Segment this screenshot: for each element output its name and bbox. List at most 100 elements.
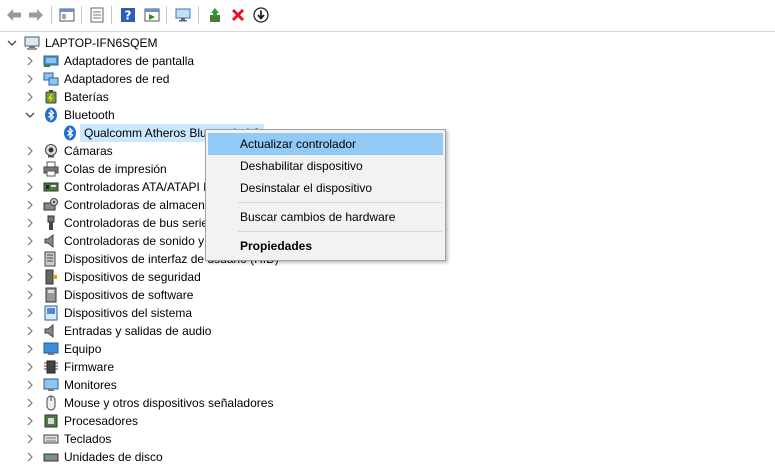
- back-arrow-icon[interactable]: [4, 5, 24, 25]
- software-device-icon: [43, 287, 59, 303]
- tree-category-label: Cámaras: [64, 144, 113, 158]
- tree-category-label: Unidades de disco: [64, 450, 163, 464]
- tree-category[interactable]: Teclados: [0, 430, 775, 448]
- chevron-right-icon[interactable]: [24, 325, 36, 337]
- tree-category-label: Firmware: [64, 360, 114, 374]
- chevron-right-icon[interactable]: [24, 235, 36, 247]
- chevron-right-icon[interactable]: [24, 415, 36, 427]
- tree-category[interactable]: Mouse y otros dispositivos señaladores: [0, 394, 775, 412]
- system-device-icon: [43, 305, 59, 321]
- tree-category-label: Bluetooth: [64, 108, 115, 122]
- tree-category[interactable]: Bluetooth: [0, 106, 775, 124]
- tree-category[interactable]: Adaptadores de pantalla: [0, 52, 775, 70]
- menu-item-update-driver[interactable]: Actualizar controlador: [208, 133, 443, 155]
- tree-category[interactable]: Baterías: [0, 88, 775, 106]
- chevron-right-icon[interactable]: [24, 397, 36, 409]
- tree-category-label: Dispositivos del sistema: [64, 306, 193, 320]
- usb-icon: [43, 215, 59, 231]
- chevron-right-icon[interactable]: [24, 361, 36, 373]
- bluetooth-icon: [62, 125, 78, 141]
- tree-root[interactable]: LAPTOP-IFN6SQEM: [0, 34, 775, 52]
- chevron-down-icon[interactable]: [6, 37, 18, 49]
- tree-category-label: Baterías: [64, 90, 109, 104]
- scan-hardware-icon[interactable]: [173, 5, 193, 25]
- tree-category-label: Colas de impresión: [64, 162, 167, 176]
- chevron-right-icon[interactable]: [24, 217, 36, 229]
- menu-item-scan-hardware[interactable]: Buscar cambios de hardware: [208, 206, 443, 228]
- chevron-right-icon[interactable]: [24, 253, 36, 265]
- disk-drive-icon: [43, 449, 59, 465]
- menu-item-disable-device[interactable]: Deshabilitar dispositivo: [208, 155, 443, 177]
- chevron-right-icon[interactable]: [24, 433, 36, 445]
- tree-category-label: Teclados: [64, 432, 112, 446]
- toolbar: ?: [0, 0, 775, 32]
- disable-device-icon[interactable]: [251, 5, 271, 25]
- chevron-right-icon[interactable]: [24, 289, 36, 301]
- security-device-icon: [43, 269, 59, 285]
- keyboard-icon: [43, 431, 59, 447]
- mouse-icon: [43, 395, 59, 411]
- action-pane-icon[interactable]: [142, 5, 162, 25]
- tree-category[interactable]: Unidades de disco: [0, 448, 775, 466]
- tree-category[interactable]: Procesadores: [0, 412, 775, 430]
- printer-icon: [43, 161, 59, 177]
- tree-category[interactable]: Dispositivos de software: [0, 286, 775, 304]
- chevron-right-icon[interactable]: [24, 379, 36, 391]
- chevron-right-icon[interactable]: [24, 307, 36, 319]
- chevron-right-icon[interactable]: [24, 181, 36, 193]
- context-menu: Actualizar controlador Deshabilitar disp…: [205, 129, 446, 261]
- update-driver-icon[interactable]: [205, 5, 225, 25]
- chevron-right-icon[interactable]: [24, 451, 36, 463]
- tree-category[interactable]: Dispositivos del sistema: [0, 304, 775, 322]
- tree-category-label: Adaptadores de pantalla: [64, 54, 195, 68]
- audio-io-icon: [43, 323, 59, 339]
- properties-icon[interactable]: [87, 5, 107, 25]
- svg-text:?: ?: [125, 9, 132, 23]
- tree-category-label: Controladoras ATA/ATAPI IDE: [64, 180, 224, 194]
- menu-separator: [238, 231, 442, 232]
- menu-item-properties[interactable]: Propiedades: [208, 235, 443, 257]
- tree-category-label: Adaptadores de red: [64, 72, 170, 86]
- chevron-right-icon[interactable]: [24, 343, 36, 355]
- processor-icon: [43, 413, 59, 429]
- tree-category[interactable]: Equipo: [0, 340, 775, 358]
- tree-category[interactable]: Adaptadores de red: [0, 70, 775, 88]
- tree-category-label: Equipo: [64, 342, 102, 356]
- uninstall-device-icon[interactable]: [228, 5, 248, 25]
- monitor-icon: [43, 377, 59, 393]
- tree-category-label: Dispositivos de software: [64, 288, 194, 302]
- chevron-right-icon[interactable]: [24, 199, 36, 211]
- tree-root-label: LAPTOP-IFN6SQEM: [45, 36, 158, 50]
- chevron-right-icon[interactable]: [24, 91, 36, 103]
- ide-controller-icon: [43, 179, 59, 195]
- menu-separator: [238, 202, 442, 203]
- chevron-right-icon[interactable]: [24, 73, 36, 85]
- tree-category[interactable]: Dispositivos de seguridad: [0, 268, 775, 286]
- tree-category-label: Monitores: [64, 378, 117, 392]
- display-adapter-icon: [43, 53, 59, 69]
- menu-item-uninstall-device[interactable]: Desinstalar el dispositivo: [208, 177, 443, 199]
- tree-category[interactable]: Monitores: [0, 376, 775, 394]
- speaker-icon: [43, 233, 59, 249]
- hid-icon: [43, 251, 59, 267]
- chevron-right-icon[interactable]: [24, 163, 36, 175]
- storage-controller-icon: [43, 197, 59, 213]
- network-adapter-icon: [43, 71, 59, 87]
- tree-category[interactable]: Firmware: [0, 358, 775, 376]
- firmware-icon: [43, 359, 59, 375]
- chevron-right-icon[interactable]: [24, 55, 36, 67]
- tree-category-label: Mouse y otros dispositivos señaladores: [64, 396, 274, 410]
- tree-category-label: Procesadores: [64, 414, 139, 428]
- battery-icon: [43, 89, 59, 105]
- show-hide-console-tree-icon[interactable]: [57, 5, 77, 25]
- chevron-right-icon[interactable]: [24, 271, 36, 283]
- forward-arrow-icon[interactable]: [26, 5, 46, 25]
- chevron-down-icon[interactable]: [24, 109, 36, 121]
- bluetooth-icon: [43, 107, 59, 123]
- help-icon[interactable]: ?: [118, 5, 138, 25]
- tree-category-label: Dispositivos de seguridad: [64, 270, 201, 284]
- chevron-right-icon[interactable]: [24, 145, 36, 157]
- computer-monitor-icon: [43, 341, 59, 357]
- computer-icon: [24, 35, 40, 51]
- tree-category[interactable]: Entradas y salidas de audio: [0, 322, 775, 340]
